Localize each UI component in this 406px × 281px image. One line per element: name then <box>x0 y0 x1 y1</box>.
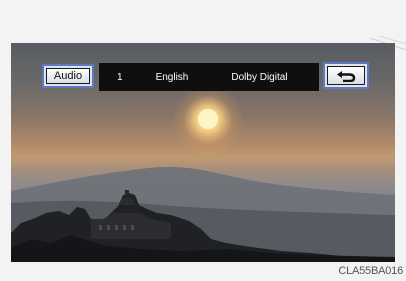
audio-language: English <box>155 71 189 83</box>
audio-button[interactable]: Audio <box>42 64 94 88</box>
figure-frame: Audio 1 English Dolby Digital CLA55BA016 <box>0 0 406 281</box>
back-button[interactable] <box>323 62 369 89</box>
video-screen[interactable]: Audio 1 English Dolby Digital <box>11 43 395 262</box>
audio-button-label: Audio <box>46 68 90 84</box>
figure-caption: CLA55BA016 <box>338 265 403 277</box>
back-arrow-icon <box>337 71 356 82</box>
audio-track-number: 1 <box>117 71 123 83</box>
audio-format: Dolby Digital <box>231 71 288 83</box>
back-button-face <box>327 66 365 85</box>
audio-info-bar: 1 English Dolby Digital <box>99 63 319 91</box>
